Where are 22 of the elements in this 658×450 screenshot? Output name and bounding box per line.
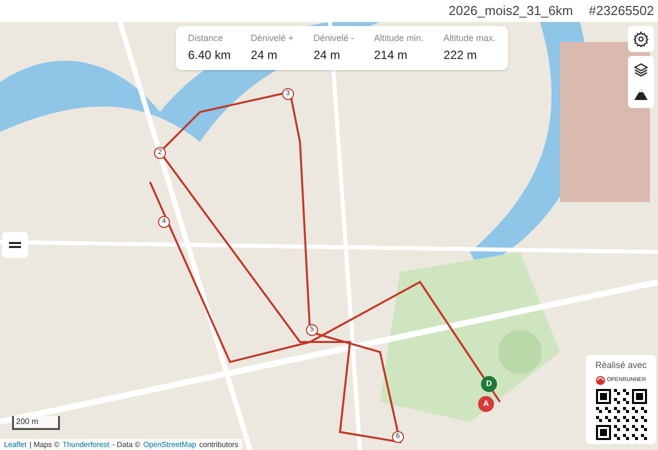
stat-value: 24 m: [250, 46, 278, 64]
stat-value: 6.40 km: [188, 46, 231, 64]
stat-label: Dénivelé +: [250, 32, 294, 45]
scale-bar: 200 m: [12, 416, 60, 430]
stat-label: Altitude min.: [374, 32, 424, 45]
stat-label: Dénivelé -: [313, 32, 354, 45]
stat-value: 214 m: [374, 46, 408, 64]
menu-icon: [9, 240, 21, 250]
route-id: #23265502: [588, 2, 654, 20]
qr-code-icon: [596, 389, 646, 440]
route-title: 2026_mois2_31_6km: [448, 2, 573, 20]
menu-button[interactable]: [2, 232, 28, 258]
stat-label: Altitude max.: [444, 32, 496, 45]
stat-value: 24 m: [313, 46, 342, 64]
stat-label: Distance: [188, 32, 224, 45]
logo-icon: [596, 376, 605, 385]
layers-icon[interactable]: [633, 62, 649, 78]
settings-icon: [633, 31, 649, 47]
mountain-icon[interactable]: [633, 86, 649, 102]
made-with-caption: Réalisé avec: [595, 358, 647, 372]
stat-value: 222 m: [444, 46, 478, 64]
settings-button[interactable]: [628, 26, 654, 52]
